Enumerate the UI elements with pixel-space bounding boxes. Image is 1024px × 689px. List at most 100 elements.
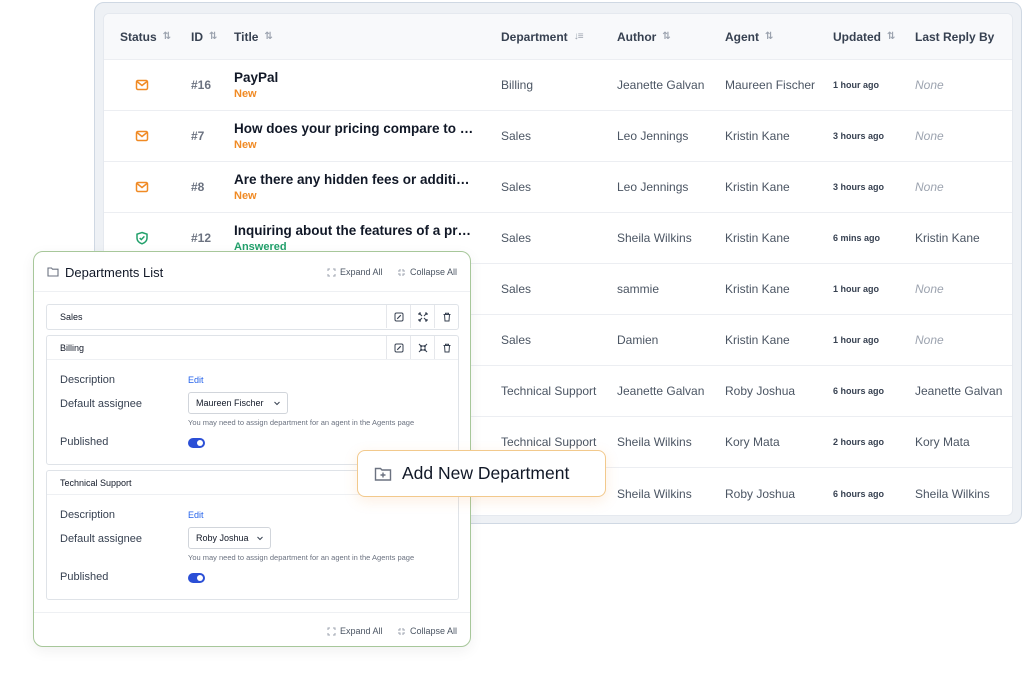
edit-description-link[interactable]: Edit [188, 510, 204, 520]
ticket-last-reply: Jeanette Galvan [915, 384, 1003, 398]
ticket-author: Sheila Wilkins [617, 486, 692, 501]
collapse-icon [398, 627, 405, 635]
header-status[interactable]: Status ⇅ [120, 14, 171, 59]
ticket-title[interactable]: How does your pricing compare to … [234, 121, 473, 136]
ticket-author: Jeanette Galvan [617, 384, 705, 398]
default-assignee-select[interactable]: Roby Joshua [188, 527, 271, 549]
ticket-updated: 6 mins ago [833, 233, 881, 243]
header-id[interactable]: ID ⇅ [191, 14, 217, 59]
sort-icon[interactable]: ⇅ [887, 31, 895, 42]
assignee-hint: You may need to assign department for an… [188, 418, 415, 427]
ticket-state: New [234, 139, 257, 151]
ticket-updated: 6 hours ago [833, 386, 885, 396]
envelope-icon [135, 162, 149, 212]
ticket-updated: 2 hours ago [833, 437, 885, 447]
ticket-department: Sales [501, 282, 532, 296]
folder-icon [47, 267, 59, 277]
collapse-all-button[interactable]: Collapse All [397, 626, 457, 636]
ticket-agent: Kristin Kane [725, 282, 790, 296]
ticket-title-cell[interactable]: PayPal New [234, 60, 278, 110]
department-name: Technical Support [60, 478, 132, 488]
expand-icon [327, 268, 336, 276]
sort-icon[interactable]: ⇅ [264, 31, 272, 42]
ticket-state: New [234, 190, 257, 202]
default-assignee-select[interactable]: Maureen Fischer [188, 392, 288, 414]
ticket-title[interactable]: Inquiring about the features of a pr… [234, 223, 471, 238]
sort-desc-icon[interactable]: ↓≡ [574, 31, 584, 42]
collapse-all-button[interactable]: Collapse All [397, 267, 457, 277]
header-author[interactable]: Author ⇅ [617, 14, 671, 59]
expand-all-button[interactable]: Expand All [327, 626, 383, 636]
published-label: Published [60, 436, 109, 448]
ticket-agent: Kristin Kane [725, 333, 790, 347]
ticket-title-cell[interactable]: Are there any hidden fees or additi… New [234, 162, 470, 212]
ticket-author: Sheila Wilkins [617, 231, 692, 245]
ticket-author: Damien [617, 333, 659, 347]
ticket-title[interactable]: Are there any hidden fees or additi… [234, 172, 470, 187]
header-last-reply[interactable]: Last Reply By [915, 14, 994, 59]
default-assignee-label: Default assignee [60, 398, 142, 410]
ticket-id: #7 [191, 129, 205, 143]
department-item-sales[interactable]: Sales [46, 304, 459, 330]
ticket-author: Sheila Wilkins [617, 435, 692, 449]
chevron-down-icon [274, 401, 280, 406]
ticket-updated: 1 hour ago [833, 80, 880, 90]
sort-icon[interactable]: ⇅ [209, 31, 217, 42]
departments-header: Departments List Expand All Collapse All [34, 252, 470, 292]
ticket-agent: Maureen Fischer [725, 78, 816, 92]
header-updated[interactable]: Updated ⇅ [833, 14, 895, 59]
trash-icon[interactable] [434, 336, 458, 359]
ticket-state: New [234, 88, 257, 100]
ticket-last-reply: None [915, 180, 944, 194]
envelope-icon [135, 60, 149, 110]
ticket-title[interactable]: PayPal [234, 70, 278, 85]
ticket-agent: Roby Joshua [725, 486, 796, 501]
expand-all-button[interactable]: Expand All [327, 267, 383, 277]
ticket-last-reply: None [915, 129, 944, 143]
ticket-agent: Kristin Kane [725, 231, 790, 245]
published-toggle[interactable] [188, 573, 205, 583]
department-name: Sales [60, 312, 83, 322]
ticket-updated: 6 hours ago [833, 488, 885, 499]
header-agent[interactable]: Agent ⇅ [725, 14, 773, 59]
edit-description-link[interactable]: Edit [188, 375, 204, 385]
ticket-author: Jeanette Galvan [617, 78, 705, 92]
ticket-agent: Kristin Kane [725, 180, 790, 194]
ticket-last-reply: None [915, 282, 944, 296]
default-assignee-label: Default assignee [60, 533, 142, 545]
table-row[interactable]: #16 PayPal New Billing Jeanette Galvan Ma… [104, 60, 1012, 111]
ticket-updated: 1 hour ago [833, 335, 880, 345]
department-name: Billing [60, 343, 85, 353]
ticket-agent: Roby Joshua [725, 384, 796, 398]
add-new-department-button[interactable]: Add New Department [357, 450, 606, 497]
trash-icon[interactable] [434, 305, 458, 328]
departments-footer: Expand All Collapse All [34, 612, 470, 646]
published-label: Published [60, 571, 109, 583]
folder-plus-icon [374, 467, 392, 481]
table-row[interactable]: #7 How does your pricing compare to … New… [104, 111, 1012, 162]
ticket-id: #8 [191, 180, 205, 194]
ticket-last-reply: None [915, 78, 944, 92]
ticket-title-cell[interactable]: How does your pricing compare to … New [234, 111, 473, 161]
sort-icon[interactable]: ⇅ [765, 31, 773, 42]
collapse-icon[interactable] [410, 336, 434, 359]
header-department[interactable]: Department ↓≡ [501, 14, 584, 59]
page-title: Departments List [65, 265, 164, 280]
published-toggle[interactable] [188, 438, 205, 448]
ticket-last-reply: Kory Mata [915, 435, 970, 449]
edit-icon[interactable] [386, 305, 410, 328]
ticket-author: Leo Jennings [617, 129, 689, 143]
assignee-hint: You may need to assign department for an… [188, 553, 415, 562]
ticket-agent: Kory Mata [725, 435, 780, 449]
sort-icon[interactable]: ⇅ [163, 31, 171, 42]
ticket-author: Leo Jennings [617, 180, 689, 194]
ticket-updated: 3 hours ago [833, 182, 885, 192]
ticket-id: #16 [191, 78, 212, 92]
header-title[interactable]: Title ⇅ [234, 14, 273, 59]
department-item-billing[interactable]: Billing Description Edit Default assigne… [46, 335, 459, 465]
table-row[interactable]: #8 Are there any hidden fees or additi… N… [104, 162, 1012, 213]
edit-icon[interactable] [386, 336, 410, 359]
expand-icon[interactable] [410, 305, 434, 328]
sort-icon[interactable]: ⇅ [662, 31, 670, 42]
stage: Status ⇅ ID ⇅ Title ⇅ Department ↓≡ Author ⇅ … [0, 0, 1024, 689]
